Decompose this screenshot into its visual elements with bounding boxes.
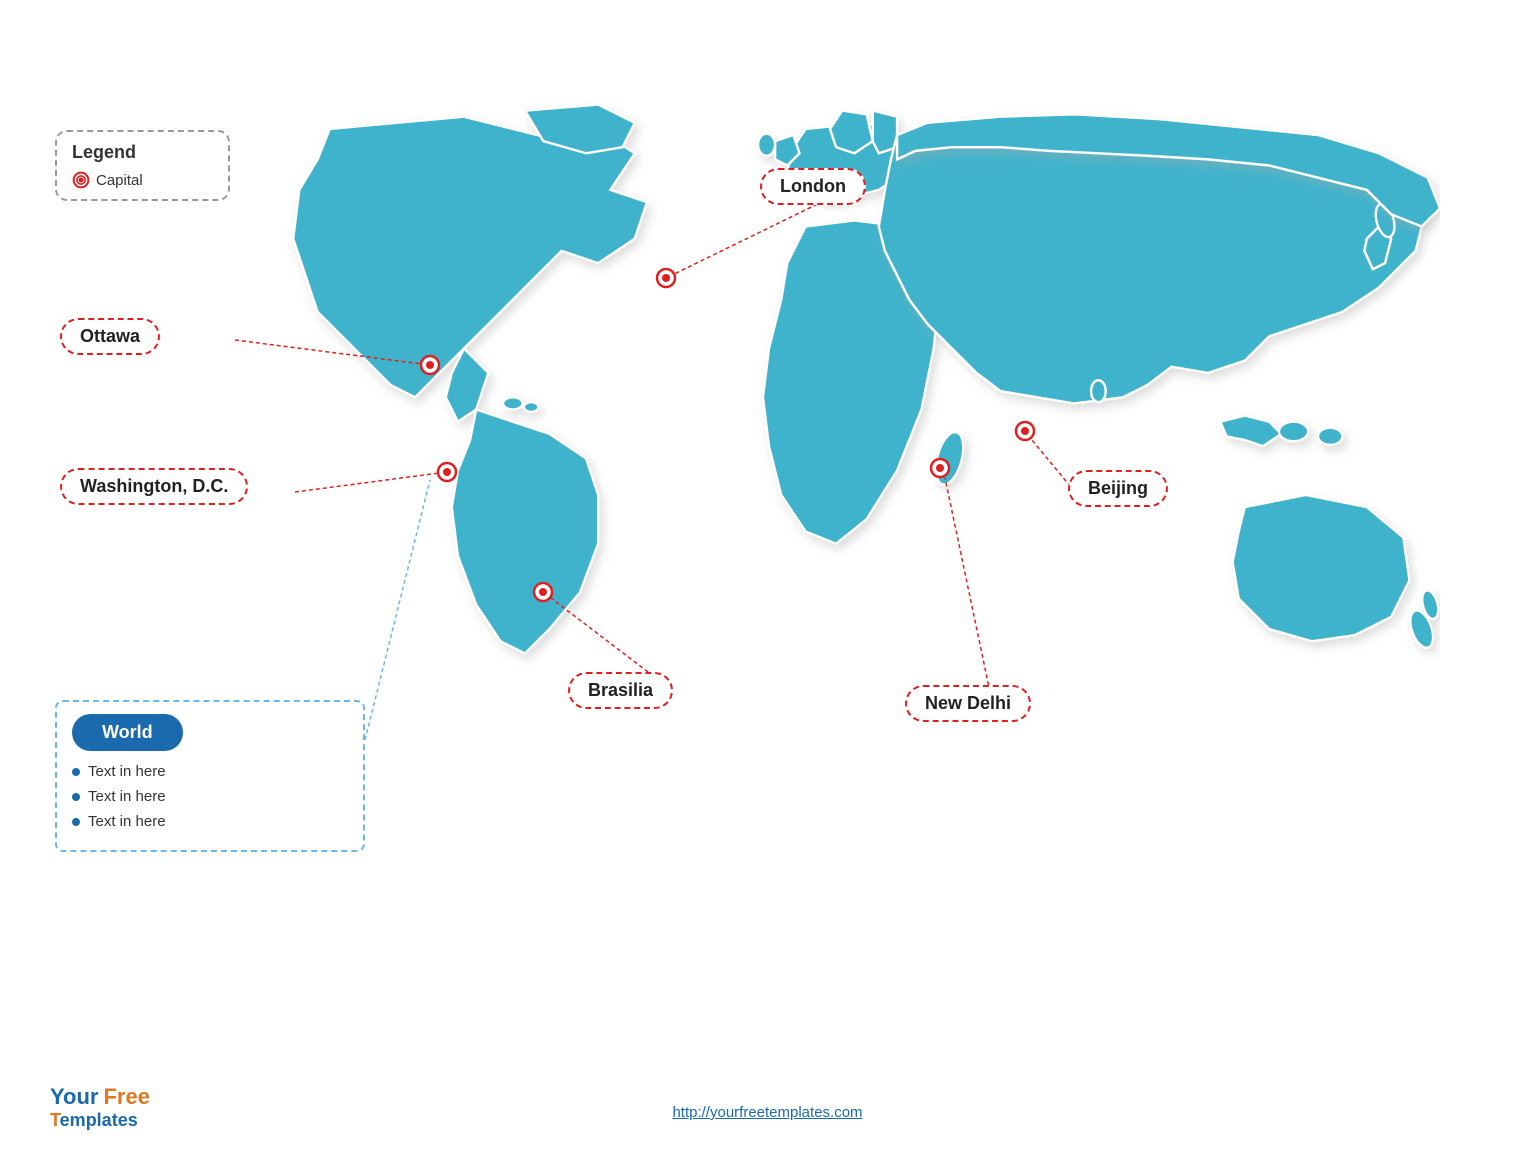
legend-item-capital: Capital — [72, 171, 213, 189]
city-label-ottawa: Ottawa — [60, 318, 160, 355]
capital-marker-washington — [436, 461, 458, 483]
capital-marker-brasilia — [532, 581, 554, 603]
logo-templates: Templates — [50, 1110, 138, 1130]
legend-title: Legend — [72, 142, 213, 163]
bullet-dot — [72, 818, 80, 826]
logo-free: Free — [103, 1084, 149, 1110]
capital-marker-london — [655, 267, 677, 289]
logo-area: Your Free Templates — [50, 1084, 150, 1131]
city-label-london: London — [760, 168, 866, 205]
bullet-dot — [72, 793, 80, 801]
capital-marker-beijing — [1014, 420, 1036, 442]
capital-label: Capital — [96, 172, 143, 189]
legend-box: Legend Capital — [55, 130, 230, 201]
city-label-washington: Washington, D.C. — [60, 468, 248, 505]
info-box: World Text in here Text in here Text in … — [55, 700, 365, 852]
footer-link[interactable]: http://yourfreetemplates.com — [672, 1104, 862, 1121]
logo-bottom-row: Templates — [50, 1110, 138, 1131]
capital-marker-ottawa — [419, 354, 441, 376]
city-label-new-delhi: New Delhi — [905, 685, 1031, 722]
logo-t-highlight: T — [50, 1110, 60, 1130]
bullet-list: Text in here Text in here Text in here — [72, 763, 348, 830]
capital-icon — [72, 171, 90, 189]
city-label-beijing: Beijing — [1068, 470, 1168, 507]
list-item: Text in here — [72, 763, 348, 780]
world-button: World — [72, 714, 183, 751]
logo-top-row: Your Free — [50, 1084, 150, 1110]
list-item: Text in here — [72, 813, 348, 830]
list-item: Text in here — [72, 788, 348, 805]
city-label-brasilia: Brasilia — [568, 672, 673, 709]
bullet-dot — [72, 768, 80, 776]
logo-your: Your — [50, 1084, 98, 1110]
page-container: Legend Capital Ottawa Washington, D.C. L… — [0, 0, 1535, 1151]
capital-marker-new-delhi — [929, 457, 951, 479]
